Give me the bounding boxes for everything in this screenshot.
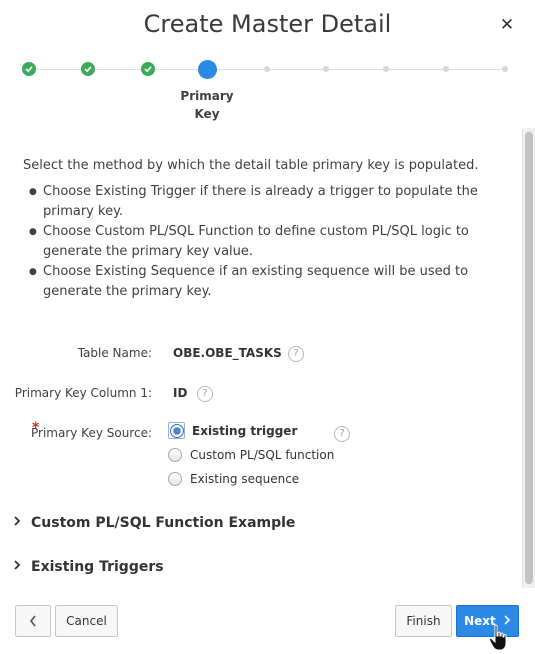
- instruction-item: Choose Existing Sequence if an existing …: [29, 262, 499, 302]
- chevron-right-icon: [12, 559, 24, 575]
- radio-button[interactable]: [170, 424, 184, 438]
- section-title: Existing Triggers: [31, 559, 164, 575]
- radio-label[interactable]: Custom PL/SQL function: [190, 448, 334, 462]
- scrollbar-thumb[interactable]: [525, 132, 533, 584]
- finish-button[interactable]: Finish: [395, 605, 452, 637]
- vertical-scrollbar[interactable]: [522, 128, 535, 588]
- dialog-body: Select the method by which the detail ta…: [0, 128, 522, 588]
- step-6-pending-icon: [323, 66, 329, 72]
- help-icon[interactable]: ?: [197, 386, 213, 402]
- step-3-complete-icon: [141, 62, 155, 76]
- pk-column-value: ID: [173, 386, 188, 400]
- radio-label[interactable]: Existing trigger: [192, 424, 297, 438]
- step-2-complete-icon: [81, 62, 95, 76]
- radio-existing-sequence[interactable]: Existing sequence: [168, 472, 299, 486]
- instructions-list: Choose Existing Trigger if there is alre…: [29, 182, 499, 302]
- section-existing-triggers[interactable]: Existing Triggers: [12, 559, 164, 575]
- back-button[interactable]: [15, 605, 51, 637]
- intro-text: Select the method by which the detail ta…: [23, 158, 479, 173]
- step-7-pending-icon: [383, 66, 389, 72]
- table-name-value: OBE.OBE_TASKS: [173, 346, 282, 360]
- radio-label[interactable]: Existing sequence: [190, 472, 299, 486]
- radio-custom-plsql-function[interactable]: Custom PL/SQL function: [168, 448, 334, 462]
- step-5-pending-icon: [264, 66, 270, 72]
- help-icon[interactable]: ?: [334, 426, 350, 442]
- chevron-right-icon: [12, 515, 24, 531]
- instruction-item: Choose Existing Trigger if there is alre…: [29, 182, 499, 222]
- hand-cursor-icon: [488, 624, 512, 654]
- table-name-label: Table Name:: [77, 346, 152, 360]
- step-9-pending-icon: [502, 66, 508, 72]
- step-8-pending-icon: [443, 66, 449, 72]
- wizard-progress: Primary Key: [0, 56, 535, 126]
- pk-column-label: Primary Key Column 1:: [14, 386, 152, 400]
- step-4-current-icon: [198, 60, 217, 79]
- radio-existing-trigger[interactable]: Existing trigger: [170, 424, 297, 438]
- section-title: Custom PL/SQL Function Example: [31, 515, 296, 531]
- cancel-button[interactable]: Cancel: [55, 605, 118, 637]
- section-custom-plsql-example[interactable]: Custom PL/SQL Function Example: [12, 515, 295, 531]
- dialog-footer: Cancel Finish Next: [0, 596, 535, 654]
- chevron-left-icon: [29, 615, 36, 627]
- instruction-item: Choose Custom PL/SQL Function to define …: [29, 222, 499, 262]
- radio-button[interactable]: [168, 472, 182, 486]
- close-icon[interactable]: ✕: [497, 15, 517, 35]
- step-1-complete-icon: [22, 62, 36, 76]
- dialog-title: Create Master Detail: [143, 10, 392, 38]
- current-step-label: Primary Key: [180, 89, 234, 121]
- radio-button[interactable]: [168, 448, 182, 462]
- help-icon[interactable]: ?: [288, 346, 304, 362]
- pk-source-label: Primary Key Source:: [30, 426, 152, 440]
